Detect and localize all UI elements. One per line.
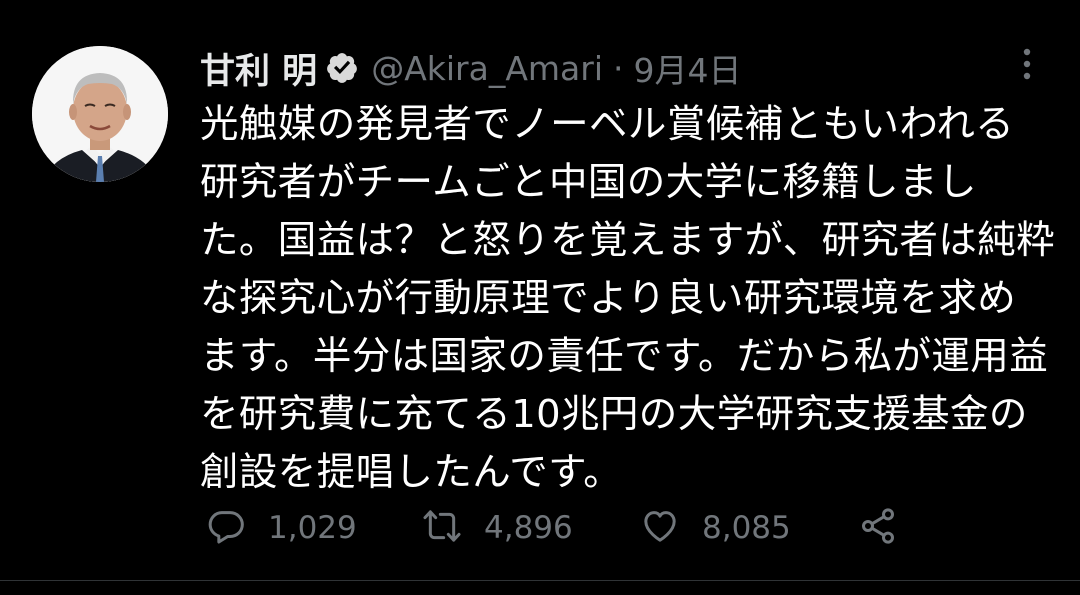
reply-button[interactable]: 1,029 — [206, 500, 357, 556]
avatar[interactable] — [32, 46, 168, 182]
author-name[interactable]: 甘利 明 — [200, 43, 317, 94]
retweet-count: 4,896 — [484, 510, 573, 546]
heart-icon — [640, 506, 680, 550]
tweet-divider — [0, 580, 1080, 581]
tweet-text: 光触媒の発見者でノーベル賞候補ともいわれる 研究者がチームごと中国の大学に移籍し… — [200, 96, 1056, 502]
tweet[interactable]: 甘利 明 @Akira_Amari · 9月4日 光触媒の発見者でノーベル賞候補… — [0, 0, 1080, 595]
tweet-text-line: ます。半分は国家の責任です。だから私が運用益 — [200, 334, 1049, 379]
tweet-text-line: 光触媒の発見者でノーベル賞候補ともいわれる — [200, 102, 1015, 147]
reply-icon — [206, 506, 246, 550]
share-icon — [858, 506, 898, 550]
retweet-button[interactable]: 4,896 — [422, 500, 573, 556]
tweet-text-line: な探究心が行動原理でより良い研究環境を求め — [200, 276, 1017, 321]
reply-count: 1,029 — [268, 510, 357, 546]
tweet-header: 甘利 明 @Akira_Amari · 9月4日 — [200, 42, 742, 94]
tweet-text-line: を研究費に充てる10兆円の大学研究支援基金の — [200, 392, 1028, 437]
tweet-actions: 1,029 4,896 8,085 — [200, 500, 920, 556]
verified-badge-icon — [325, 51, 359, 85]
header-separator: · — [613, 48, 624, 88]
avatar-image — [32, 46, 168, 182]
author-handle[interactable]: @Akira_Amari — [371, 49, 603, 88]
tweet-date[interactable]: 9月4日 — [634, 44, 742, 92]
tweet-text-line: 創設を提唱したんです。 — [200, 450, 623, 495]
share-button[interactable] — [858, 500, 898, 556]
tweet-text-line: た。国益は？と怒りを覚えますが、研究者は純粋 — [200, 218, 1056, 263]
like-button[interactable]: 8,085 — [640, 500, 791, 556]
more-vertical-icon[interactable] — [1010, 44, 1044, 84]
tweet-text-line: 研究者がチームごと中国の大学に移籍しまし — [200, 160, 977, 205]
retweet-icon — [422, 506, 462, 550]
like-count: 8,085 — [702, 510, 791, 546]
